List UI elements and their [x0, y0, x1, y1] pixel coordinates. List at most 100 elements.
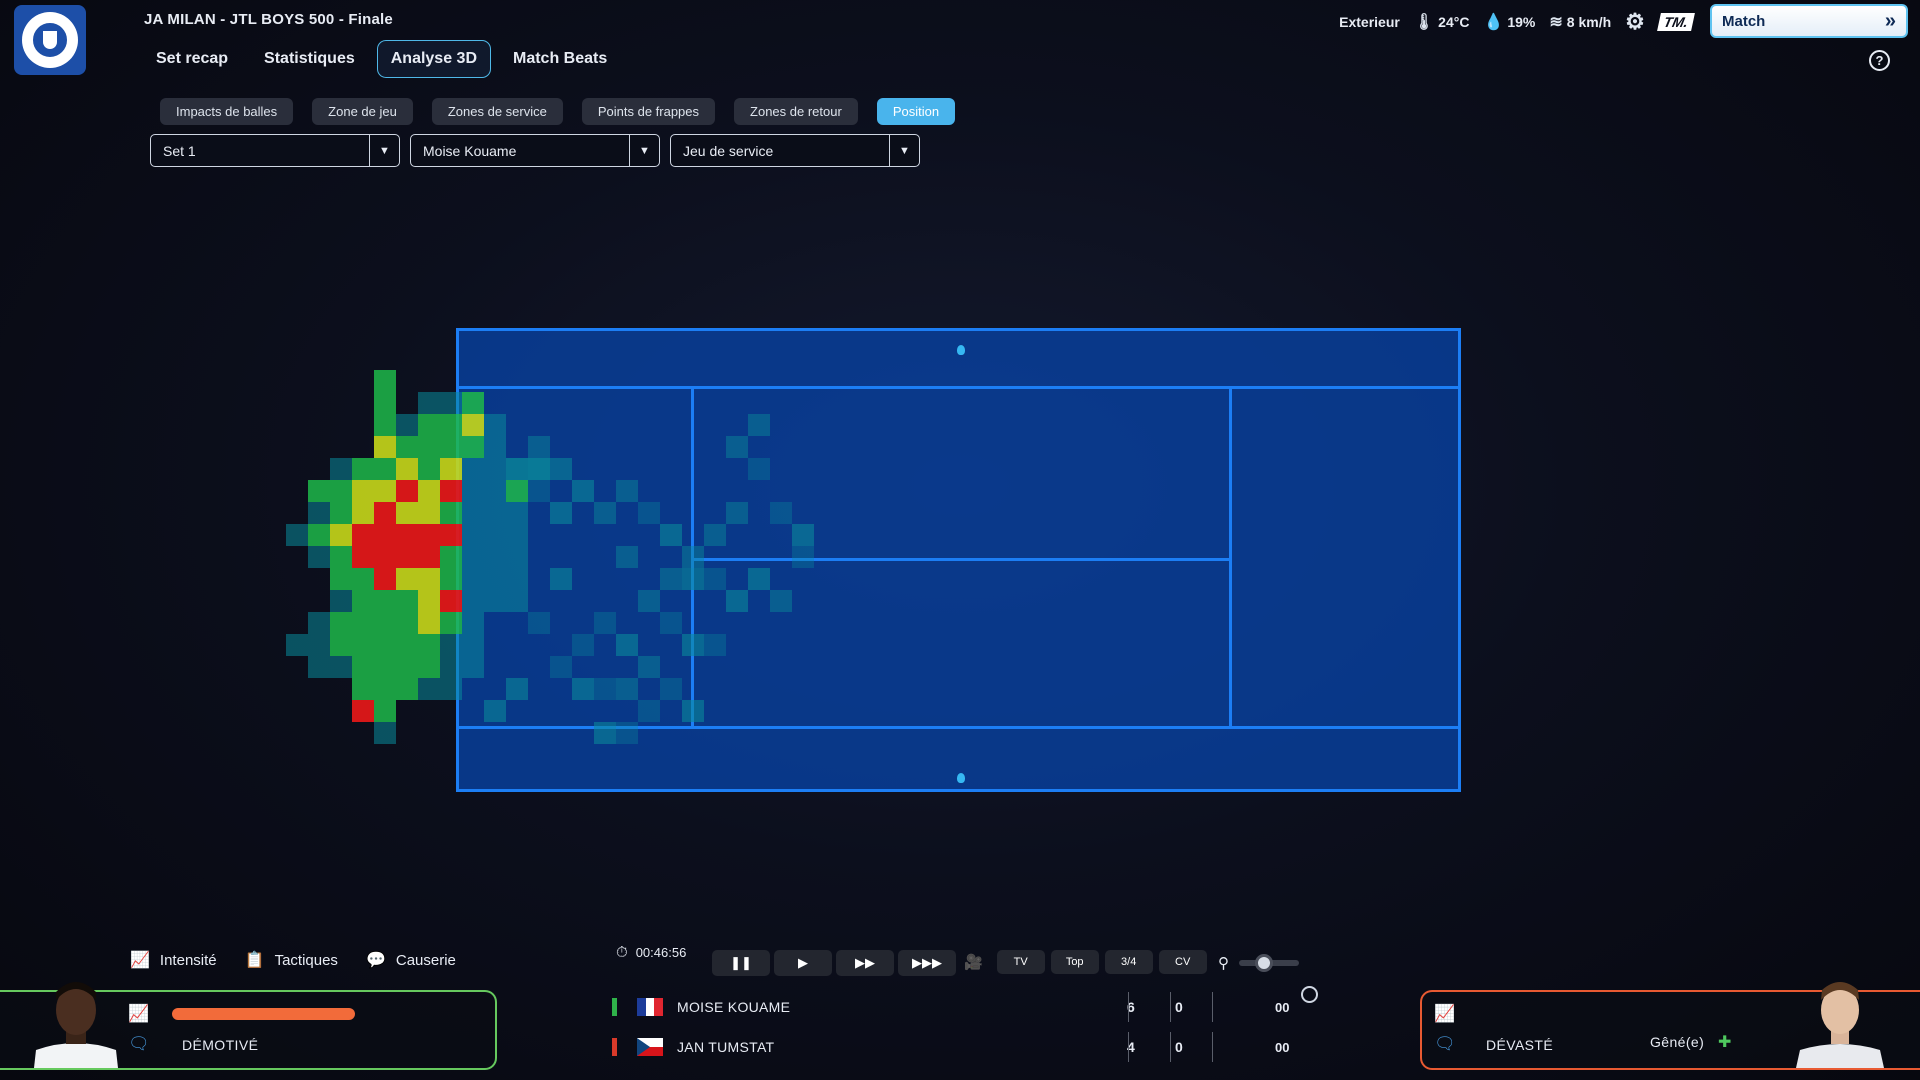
heatmap-cell [396, 568, 418, 590]
play-icon: ▶ [798, 955, 808, 970]
heatmap-cell [638, 590, 660, 612]
heatmap-cell [484, 568, 506, 590]
heatmap-cell [440, 546, 462, 568]
score-divider [1128, 1032, 1129, 1062]
magnifier-icon: ⚲ [1218, 955, 1229, 972]
pause-button[interactable]: ❚❚ [712, 950, 770, 976]
set-select-value: Set 1 [163, 142, 196, 159]
mood-icon: 🗨 [1434, 1034, 1456, 1053]
subtab-zones-de-service[interactable]: Zones de service [431, 98, 563, 125]
heatmap-cell [374, 392, 396, 414]
talk-label: Causerie [395, 951, 456, 969]
heatmap-cell [440, 480, 462, 502]
match-button[interactable]: Match » [1710, 4, 1908, 38]
heatmap-cell [748, 458, 770, 480]
heatmap-cell [352, 502, 374, 524]
heatmap-cell [374, 524, 396, 546]
heatmap-cell [440, 634, 462, 656]
heatmap-cell [352, 656, 374, 678]
tactics-button[interactable]: 📋 Tactiques [245, 950, 338, 970]
heatmap-cell [528, 458, 550, 480]
heatmap-cell [352, 480, 374, 502]
tab-match-beats[interactable]: Match Beats [499, 40, 621, 78]
subtab-impacts-de-balles[interactable]: Impacts de balles [160, 98, 294, 125]
weather-bar: Exterieur 🌡 24°C 💧 19% ≋ 8 km/h ⚙ TM. [1339, 9, 1695, 35]
match-timer: ⏱ 00:46:56 [616, 944, 686, 961]
heatmap-cell [550, 458, 572, 480]
zoom-slider-knob[interactable] [1255, 954, 1274, 972]
tab-analyse-3d[interactable]: Analyse 3D [376, 40, 491, 78]
heatmap-cell [418, 568, 440, 590]
heatmap-cell [396, 414, 418, 436]
gear-icon[interactable]: ⚙ [1625, 9, 1645, 35]
heatmap-cell [374, 634, 396, 656]
heatmap-cell [330, 502, 352, 524]
game-type-select-value: Jeu de service [683, 142, 774, 159]
set-select[interactable]: Set 1 ▼ [150, 134, 400, 167]
heatmap-cell [660, 612, 682, 634]
heatmap-cell [462, 502, 484, 524]
fastest-forward-button[interactable]: ▶▶▶ [898, 950, 956, 976]
game-type-select[interactable]: Jeu de service ▼ [670, 134, 920, 167]
heatmap-cell [374, 656, 396, 678]
filter-selects: Set 1 ▼ Moise Kouame ▼ Jeu de service ▼ [150, 134, 920, 167]
heatmap-cell [352, 568, 374, 590]
analysis-sub-tabs: Impacts de balles Zone de jeu Zones de s… [160, 98, 956, 125]
heatmap-cell [704, 568, 726, 590]
player-card-left: 📈 🗨 DÉMOTIVÉ [0, 982, 497, 1070]
subtab-points-de-frappes[interactable]: Points de frappes [581, 98, 716, 125]
camera-top-button[interactable]: Top [1050, 950, 1099, 974]
tab-set-recap[interactable]: Set recap [142, 40, 242, 78]
heatmap-cell [352, 546, 374, 568]
heatmap-cell [506, 678, 528, 700]
heatmap-cell [418, 414, 440, 436]
heatmap-cell [748, 568, 770, 590]
heatmap-cell [440, 414, 462, 436]
subtab-zones-de-retour[interactable]: Zones de retour [734, 98, 858, 125]
fast-forward-button[interactable]: ▶▶ [836, 950, 894, 976]
heatmap-cell [660, 524, 682, 546]
heatmap-cell [440, 502, 462, 524]
camera-three-quarter-button[interactable]: 3/4 [1104, 950, 1153, 974]
camera-tv-button[interactable]: TV [996, 950, 1045, 974]
wind-readout: ≋ 8 km/h [1549, 12, 1611, 32]
heatmap-cell [638, 656, 660, 678]
talk-button[interactable]: 💬 Causerie [366, 950, 456, 970]
heatmap-cell [484, 590, 506, 612]
subtab-zone-de-jeu[interactable]: Zone de jeu [312, 98, 413, 125]
camera-cv-button[interactable]: CV [1158, 950, 1207, 974]
heatmap-cell [374, 590, 396, 612]
thermometer-icon: 🌡 [1413, 14, 1435, 31]
heatmap-cell [330, 524, 352, 546]
play-button[interactable]: ▶ [774, 950, 832, 976]
heatmap-cell [528, 612, 550, 634]
help-icon[interactable]: ? [1869, 50, 1890, 71]
temperature-readout: 🌡 24°C [1414, 12, 1470, 32]
subtab-position[interactable]: Position [876, 98, 956, 125]
heatmap-cell [330, 480, 352, 502]
player-color-stripe [612, 998, 617, 1016]
score-divider [1212, 1032, 1213, 1062]
intensity-button[interactable]: 📈 Intensité [130, 950, 217, 970]
double-chevron-right-icon: » [1884, 9, 1896, 32]
heatmap-cell [616, 546, 638, 568]
heatmap-cell [484, 458, 506, 480]
heatmap-cell [330, 634, 352, 656]
chevron-down-icon: ▼ [629, 135, 659, 166]
heatmap-cell [484, 700, 506, 722]
heatmap-cell [484, 480, 506, 502]
heatmap-cell [682, 568, 704, 590]
heatmap-cell [594, 722, 616, 744]
player-card-right: 📈 🗨 DÉVASTÉ Gêné(e) ✚ [1420, 982, 1920, 1070]
wind-icon: ≋ [1549, 14, 1563, 31]
net-post-marker [957, 345, 965, 355]
heatmap-cell [550, 656, 572, 678]
heatmap-cell [352, 458, 374, 480]
heatmap-cell [682, 546, 704, 568]
tab-statistiques[interactable]: Statistiques [250, 40, 369, 78]
heatmap-cell [440, 678, 462, 700]
heatmap-cell [704, 524, 726, 546]
match-button-label: Match [1722, 12, 1766, 30]
player-select[interactable]: Moise Kouame ▼ [410, 134, 660, 167]
zoom-slider[interactable] [1239, 954, 1299, 972]
